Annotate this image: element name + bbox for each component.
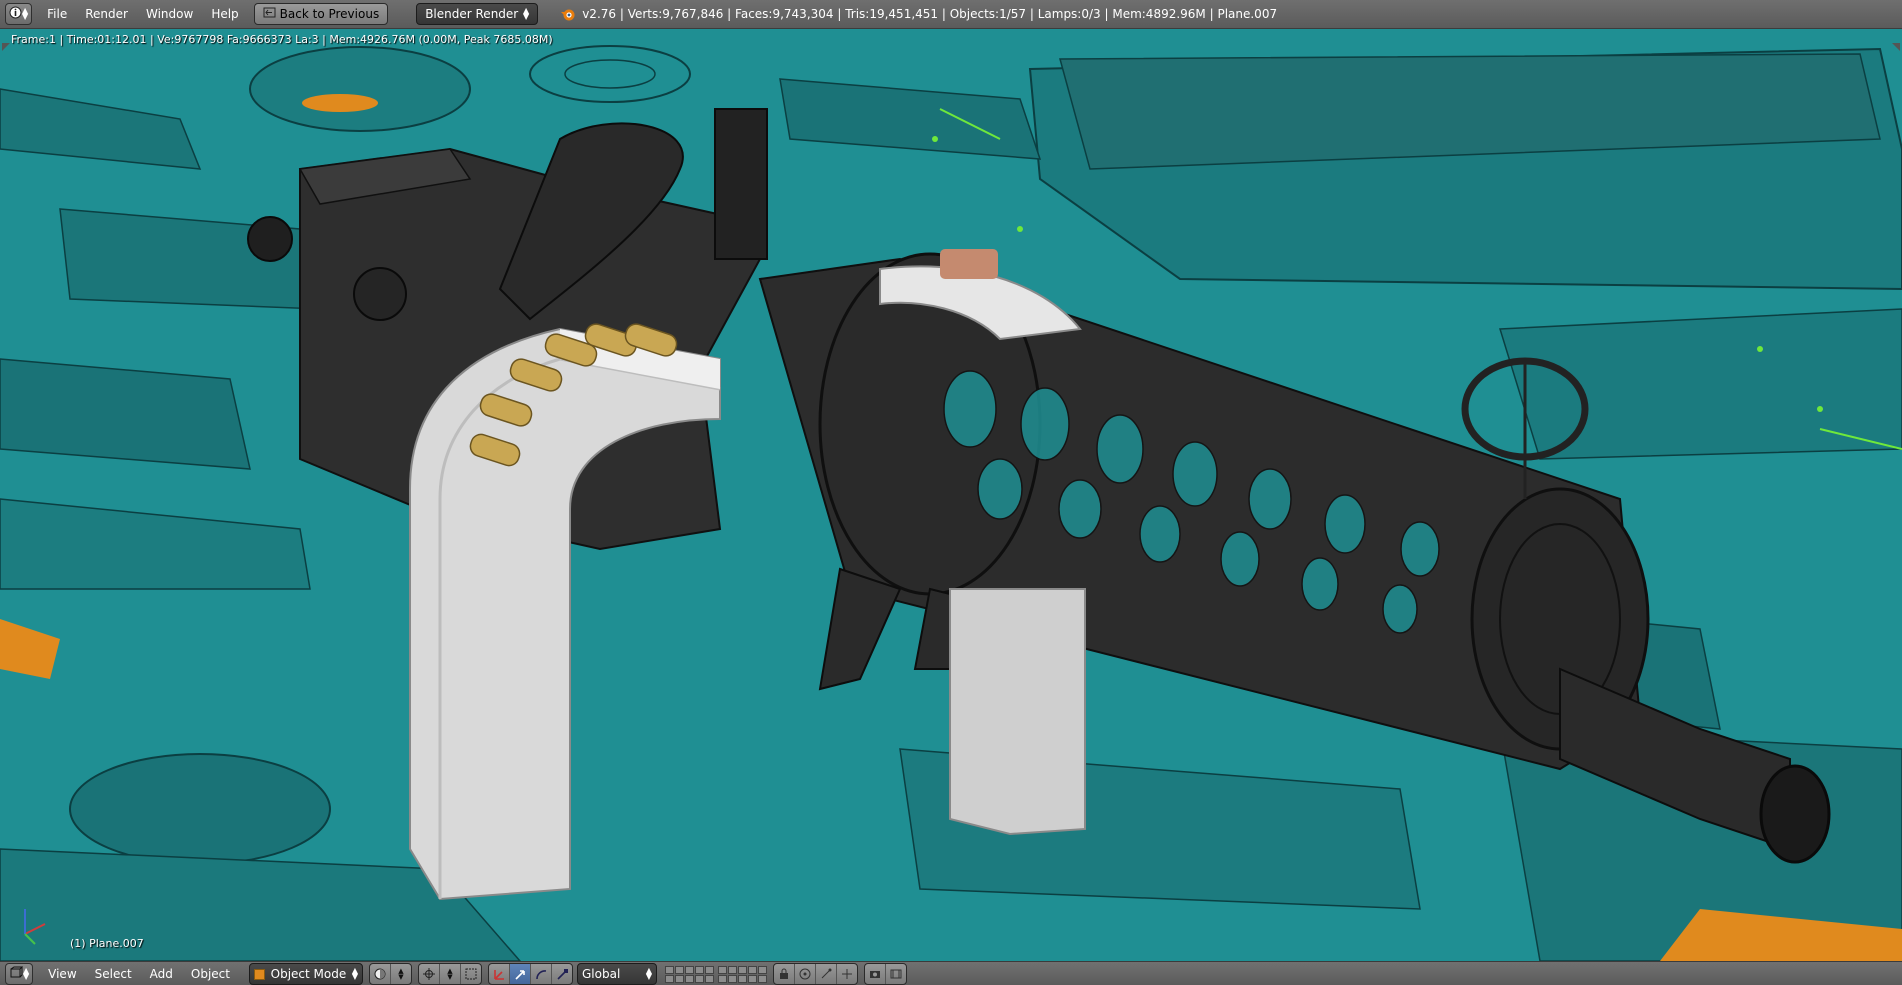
snap-element-icon[interactable] [837, 964, 857, 984]
pivot-point-icon [419, 964, 440, 984]
menu-render[interactable]: Render [76, 0, 137, 28]
3d-view-editor-icon [9, 966, 24, 982]
interaction-mode-dropdown[interactable]: Object Mode ▲ ▼ [249, 963, 363, 985]
info-header: ▲ ▼ File Render Window Help Back to Previ… [0, 0, 1902, 29]
pivot-point-dropdown[interactable]: ▲ ▼ [418, 963, 482, 985]
menu-help[interactable]: Help [202, 0, 247, 28]
transform-orientation-dropdown[interactable]: Global ▲ ▼ [577, 963, 657, 985]
viewport-shading-dropdown[interactable]: ▲ ▼ [369, 963, 412, 985]
menu-file[interactable]: File [38, 0, 76, 28]
layer-button[interactable] [718, 974, 727, 983]
chevron-updown-icon: ▲ ▼ [23, 966, 30, 981]
render-engine-dropdown[interactable]: Blender Render ▲ ▼ [416, 3, 539, 25]
layer-button[interactable] [675, 974, 684, 983]
active-object-label: (1) Plane.007 [70, 937, 144, 950]
chevron-updown-icon: ▲ ▼ [22, 6, 29, 21]
layer-button[interactable] [728, 965, 737, 974]
chevron-updown-icon: ▲ ▼ [523, 6, 530, 21]
manipulator-icon[interactable] [489, 964, 510, 984]
scene-layers[interactable] [718, 965, 767, 983]
render-buttons [864, 963, 907, 985]
layer-button[interactable] [675, 965, 684, 974]
area-split-corner-icon[interactable] [2, 43, 10, 51]
chevron-updown-icon: ▲ ▼ [351, 966, 358, 981]
scale-icon[interactable] [552, 964, 572, 984]
pivot-pointcloud-icon[interactable] [461, 964, 481, 984]
render-still-icon[interactable] [865, 964, 886, 984]
blender-logo-icon [561, 9, 575, 21]
render-canvas [0, 29, 1902, 961]
chevron-updown-icon: ▲ ▼ [440, 964, 461, 984]
menu-object[interactable]: Object [182, 962, 239, 985]
layer-button[interactable] [685, 974, 694, 983]
layer-button[interactable] [695, 965, 704, 974]
info-editor-icon [9, 6, 22, 22]
layer-button[interactable] [665, 965, 674, 974]
layer-button[interactable] [685, 965, 694, 974]
interaction-mode-label: Object Mode [270, 967, 347, 981]
render-engine-label: Blender Render [425, 7, 519, 21]
proportional-editing-icon[interactable] [795, 964, 816, 984]
scene-layers[interactable] [665, 965, 714, 983]
3d-viewport[interactable]: Frame:1 | Time:01:12.01 | Ve:9767798 Fa:… [0, 29, 1902, 961]
back-to-previous-button[interactable]: Back to Previous [253, 3, 389, 25]
layer-button[interactable] [758, 974, 767, 983]
render-animation-icon[interactable] [886, 964, 906, 984]
back-to-previous-label: Back to Previous [279, 7, 380, 21]
menu-view[interactable]: View [39, 962, 85, 985]
layer-button[interactable] [718, 965, 727, 974]
editor-type-selector[interactable]: ▲ ▼ [5, 963, 34, 985]
layer-button[interactable] [748, 974, 757, 983]
menu-select[interactable]: Select [86, 962, 141, 985]
lock-layers-icon[interactable] [774, 964, 795, 984]
area-split-corner-icon[interactable] [1892, 43, 1900, 51]
layer-button[interactable] [738, 965, 747, 974]
chevron-updown-icon: ▲ ▼ [645, 966, 652, 981]
display-toggles [773, 963, 858, 985]
object-mode-icon [254, 968, 265, 980]
layer-button[interactable] [705, 965, 714, 974]
back-icon [263, 4, 276, 24]
render-info-text: Frame:1 | Time:01:12.01 | Ve:9767798 Fa:… [11, 33, 553, 46]
3d-view-header: ▲ ▼ View Select Add Object Object Mode ▲ ▼… [0, 961, 1902, 985]
menu-window[interactable]: Window [137, 0, 202, 28]
transform-orientation-label: Global [582, 967, 621, 981]
viewport-shading-icon [370, 964, 391, 984]
chevron-updown-icon: ▲ ▼ [398, 967, 404, 981]
manipulator-tools [488, 963, 573, 985]
editor-type-selector[interactable]: ▲ ▼ [5, 3, 33, 25]
blender-window: ▲ ▼ File Render Window Help Back to Previ… [0, 0, 1902, 985]
snap-icon[interactable] [816, 964, 837, 984]
layer-button[interactable] [695, 974, 704, 983]
layer-button[interactable] [738, 974, 747, 983]
translate-icon[interactable] [510, 964, 531, 984]
rotate-icon[interactable] [531, 964, 552, 984]
layer-button[interactable] [705, 974, 714, 983]
menu-add[interactable]: Add [141, 962, 182, 985]
layer-button[interactable] [728, 974, 737, 983]
layer-button[interactable] [665, 974, 674, 983]
scene-statistics: v2.76 | Verts:9,767,846 | Faces:9,743,30… [582, 7, 1278, 21]
layer-button[interactable] [758, 965, 767, 974]
layer-button[interactable] [748, 965, 757, 974]
